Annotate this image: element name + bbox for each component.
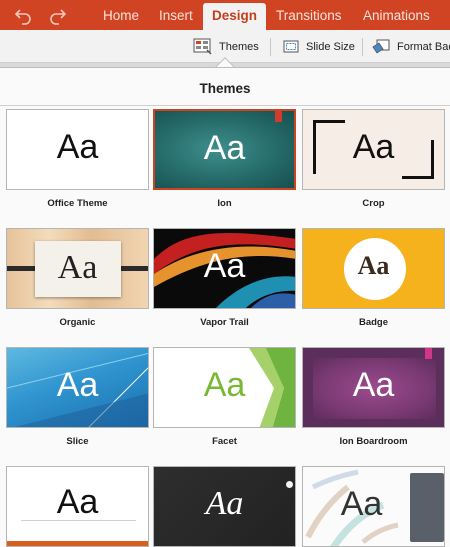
redo-icon[interactable] xyxy=(47,4,69,26)
ion-boardroom-accent-tab xyxy=(425,348,432,359)
theme-label-ion: Ion xyxy=(217,198,232,209)
theme-tile-vapor-trail[interactable]: Aa xyxy=(153,228,296,309)
theme-tile-office[interactable]: Aa xyxy=(6,109,149,190)
themes-popover: Themes Aa Office Theme Aa Ion Aa Crop Aa… xyxy=(0,67,450,547)
theme-tile-organic[interactable]: Aa xyxy=(6,228,149,309)
theme-preview-text: Aa xyxy=(56,366,99,404)
theme-preview-text: Aa xyxy=(203,366,246,404)
slide-size-icon xyxy=(283,40,299,53)
themes-button[interactable]: Themes xyxy=(193,36,259,58)
theme-preview-text: Aa xyxy=(57,249,98,286)
theme-tile-row4-1[interactable]: Aa xyxy=(6,466,149,547)
theme-tile-slice[interactable]: Aa xyxy=(6,347,149,428)
tab-insert[interactable]: Insert xyxy=(159,0,193,30)
format-background-button[interactable]: Format Bac xyxy=(371,36,450,58)
theme-preview-text: Aa xyxy=(56,483,99,521)
theme-bottom-band xyxy=(7,541,148,546)
theme-tile-badge[interactable]: Aa xyxy=(302,228,445,309)
undo-icon[interactable] xyxy=(12,4,34,26)
theme-label-office: Office Theme xyxy=(47,198,108,209)
theme-label-slice: Slice xyxy=(66,436,89,447)
theme-preview-text: Aa xyxy=(352,128,395,166)
theme-label-facet: Facet xyxy=(212,436,237,447)
ion-accent-tab xyxy=(275,111,282,122)
theme-tile-row4-2[interactable]: Aa xyxy=(153,466,296,547)
theme-label-badge: Badge xyxy=(358,317,389,328)
theme-label-ion-boardroom: Ion Boardroom xyxy=(339,436,408,447)
toolbar-divider xyxy=(362,38,363,56)
format-background-icon xyxy=(372,39,390,54)
theme-preview-text: Aa xyxy=(340,485,383,523)
themes-icon xyxy=(193,38,212,55)
app-window: Home Insert Design Transitions Animation… xyxy=(0,0,450,547)
theme-tile-ion[interactable]: Aa xyxy=(153,109,296,190)
popover-title: Themes xyxy=(199,81,251,96)
theme-preview-text: Aa xyxy=(205,485,244,522)
theme-preview-text: Aa xyxy=(352,366,395,404)
slide-size-button[interactable]: Slide Size xyxy=(282,36,355,58)
theme-preview-text: Aa xyxy=(357,251,390,280)
theme-tile-row4-3[interactable]: Aa xyxy=(302,466,445,547)
tab-transitions[interactable]: Transitions xyxy=(276,0,342,30)
crop-corner xyxy=(313,120,345,123)
crop-corner xyxy=(402,176,434,179)
theme-tile-facet[interactable]: Aa xyxy=(153,347,296,428)
tab-animations[interactable]: Animations xyxy=(363,0,430,30)
theme-preview-text: Aa xyxy=(56,128,99,166)
tab-design[interactable]: Design xyxy=(203,3,266,30)
theme-label-organic: Organic xyxy=(59,317,96,328)
theme-label-crop: Crop xyxy=(362,198,385,209)
tab-home[interactable]: Home xyxy=(103,0,139,30)
theme-tile-crop[interactable]: Aa xyxy=(302,109,445,190)
theme-preview-text: Aa xyxy=(203,129,246,167)
slide-size-label: Slide Size xyxy=(306,41,355,53)
popover-divider xyxy=(0,105,450,106)
toolbar-divider xyxy=(270,38,271,56)
format-background-label: Format Bac xyxy=(397,41,450,53)
theme-preview-text: Aa xyxy=(203,247,246,285)
themes-label: Themes xyxy=(219,41,259,53)
ribbon-tab-bar: Home Insert Design Transitions Animation… xyxy=(0,0,450,30)
theme-label-vapor-trail: Vapor Trail xyxy=(200,317,249,328)
theme-tile-ion-boardroom[interactable]: Aa xyxy=(302,347,445,428)
